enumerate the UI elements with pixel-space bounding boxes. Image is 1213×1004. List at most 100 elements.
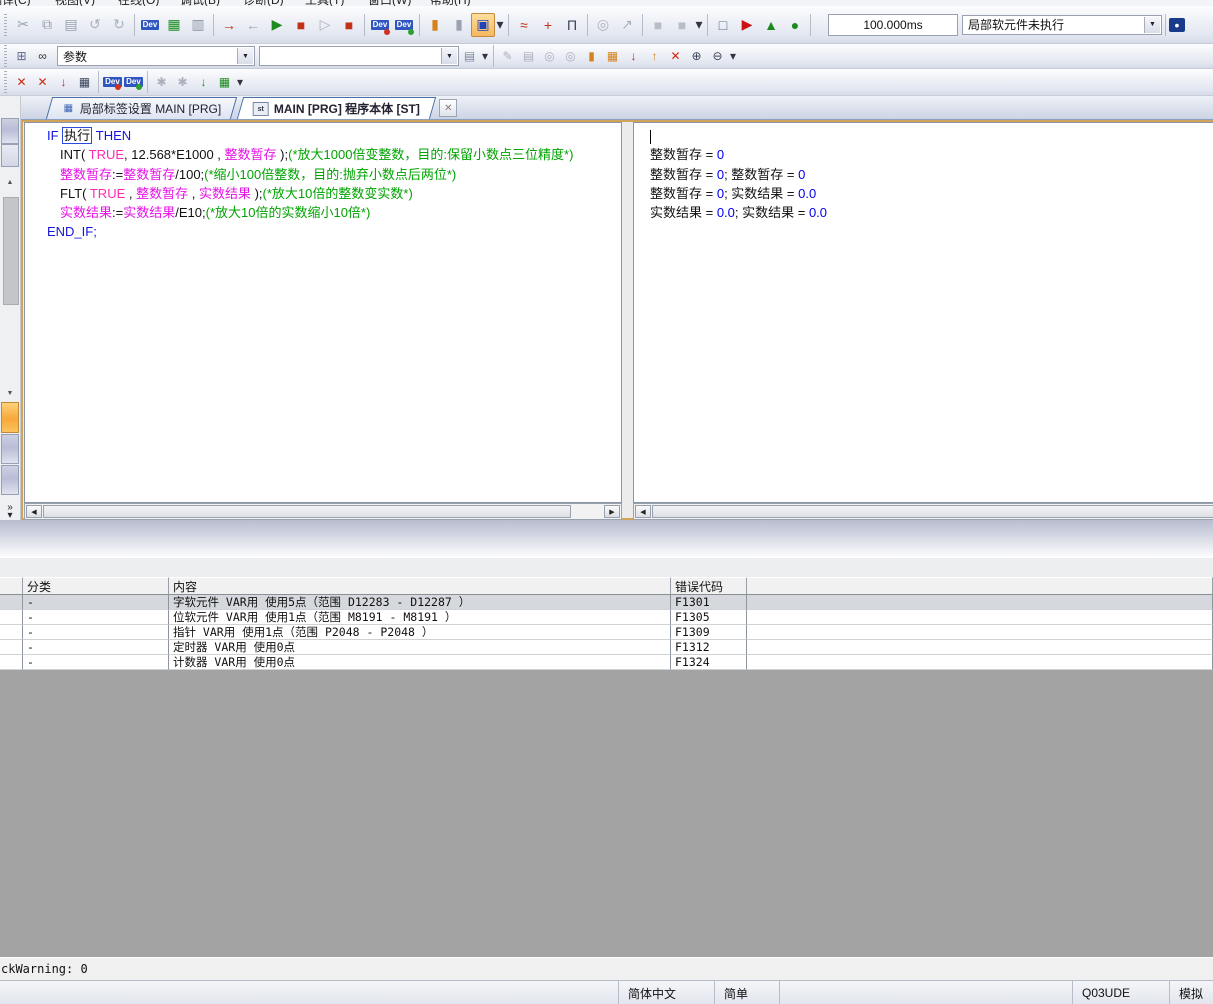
select-range-icon[interactable]: □ [711,13,735,37]
convert-icon[interactable]: ↓ [53,72,74,92]
toolbar-grip[interactable] [4,45,7,67]
security-key-icon[interactable]: • [1169,18,1185,32]
convert-all-icon[interactable]: ▦ [74,72,95,92]
dock-button-2[interactable] [1,144,19,167]
toolbar3-overflow-icon[interactable]: ▾ [235,72,245,92]
monitor-start-icon[interactable]: ▶ [265,13,289,37]
watch-window-icon[interactable]: ▮ [423,13,447,37]
simulation-monitor-icon[interactable]: ▣ [471,13,495,37]
st-code-pane[interactable]: IF 执行 THENINT( TRUE, 12.568*E1000 , 整数暂存… [24,122,622,503]
tab-local-label-setting[interactable]: ▦ 局部标签设置 MAIN [PRG] [46,97,238,119]
toolbar-overflow-icon[interactable]: ▾ [694,13,704,37]
code-line[interactable]: INT( TRUE, 12.568*E1000 , 整数暂存 );(*放大100… [25,145,621,164]
tab-close-icon[interactable]: ✕ [439,99,457,117]
code-line[interactable]: FLT( TRUE , 整数暂存 , 实数结果 );(*放大10倍的整数变实数*… [25,184,621,203]
code-line[interactable]: 实数结果:=实数结果/E10;(*放大10倍的实数缩小10倍*) [25,203,621,222]
sort-up-icon[interactable]: ↑ [644,46,665,66]
redo-icon[interactable]: ↻ [107,13,131,37]
watch-window2-icon[interactable]: ▮ [447,13,471,37]
scan-time-field[interactable]: 100.000ms [828,14,958,36]
device-list-icon[interactable]: ▦ [602,46,623,66]
toolbar2-overflow-icon[interactable]: ▾ [480,46,490,66]
dock-button-active[interactable] [1,402,19,433]
column-header-1[interactable] [0,577,23,595]
run-flag-icon[interactable]: ▶ [735,13,759,37]
code-line[interactable]: IF 执行 THEN [25,126,621,145]
table-row[interactable]: -位软元件 VAR用 使用1点（范围 M8191 - M8191 ）F1305 [0,610,1213,625]
code-line[interactable]: 整数暂存:=整数暂存/100;(*缩小100倍整数，目的:抛弃小数点后两位*) [25,165,621,184]
remote-operation-icon[interactable]: ■ [337,13,361,37]
bookmark-icon[interactable]: ▮ [581,46,602,66]
table-row[interactable]: -计数器 VAR用 使用0点F1324 [0,655,1213,670]
filter-a-icon[interactable]: ■ [646,13,670,37]
device-monitor-write-icon[interactable]: Dev [368,13,392,37]
device-comment-icon[interactable]: Dev [138,13,162,37]
find-device-icon[interactable]: ◎ [539,46,560,66]
table-row[interactable]: -定时器 VAR用 使用0点F1312 [0,640,1213,655]
column-header-4[interactable]: 错误代码 [671,577,747,595]
crossref-icon[interactable]: ⊞ [11,46,32,66]
toolbar-grip[interactable] [4,71,7,93]
zoom-out-icon[interactable]: ⊖ [707,46,728,66]
convert-green-icon[interactable]: ↓ [193,72,214,92]
pane-splitter[interactable] [622,122,633,518]
toolbar2-overflow2-icon[interactable]: ▾ [728,46,738,66]
chevron-down-icon[interactable]: ▼ [237,48,253,64]
scroll-thumb[interactable] [652,505,1213,518]
simulation-dropdown-icon[interactable]: ▾ [495,13,505,37]
undo-icon[interactable]: ↺ [83,13,107,37]
zoom-in-icon[interactable]: ⊕ [686,46,707,66]
scroll-right-icon[interactable]: ▶ [604,505,620,518]
code-line[interactable]: END_IF; [25,222,621,241]
dock-button-1[interactable] [1,118,19,144]
find-contact-icon[interactable]: ◎ [560,46,581,66]
code-horizontal-scrollbar[interactable]: ◀ ▶ [24,503,622,520]
scroll-left-icon[interactable]: ◀ [635,505,651,518]
trace-point-icon[interactable]: + [536,13,560,37]
copy-icon[interactable]: ⧉ [35,13,59,37]
scroll-thumb[interactable] [43,505,571,518]
dev-build-icon[interactable]: Dev [123,72,144,92]
comment-edit-icon[interactable]: ✎ [497,46,518,66]
monitor-horizontal-scrollbar[interactable]: ◀ [633,503,1213,520]
find-preview-icon[interactable]: ▤ [459,46,480,66]
info-flag-icon[interactable]: ● [783,13,807,37]
table-row[interactable]: -指针 VAR用 使用1点（范围 P2048 - P2048 ）F1309 [0,625,1213,640]
trace-curve-icon[interactable]: ≈ [512,13,536,37]
write-to-plc-icon[interactable]: → [217,13,241,37]
table-row[interactable]: -字软元件 VAR用 使用5点（范围 D12283 - D12287 ）F130… [0,595,1213,610]
paste-icon[interactable]: ▤ [59,13,83,37]
vertical-scroll-thumb[interactable] [3,197,19,305]
column-header-2[interactable]: 分类 [23,577,169,595]
cut-icon[interactable]: ✂ [11,13,35,37]
warning-flag-icon[interactable]: ▲ [759,13,783,37]
setting-b-icon[interactable]: ✱ [172,72,193,92]
build-table-icon[interactable]: ▦ [214,72,235,92]
search-keyword-combo[interactable]: ▼ [259,46,459,66]
screen-display-icon[interactable]: ▦ [162,13,186,37]
dev-check-icon[interactable]: Dev [102,72,123,92]
device-memory-icon[interactable]: ▥ [186,13,210,37]
filter-b-icon[interactable]: ■ [670,13,694,37]
search-device-icon[interactable]: ◎ [591,13,615,37]
local-device-execute-combo[interactable]: 局部软元件未执行▼ [962,15,1162,35]
clear-find-icon[interactable]: ✕ [665,46,686,66]
scroll-up-icon[interactable]: ▲ [3,176,17,188]
monitor-stop-icon[interactable]: ■ [289,13,313,37]
device-monitor-read-icon[interactable]: Dev [392,13,416,37]
column-header-5[interactable] [747,577,1213,595]
search-target-combo[interactable]: 参数▼ [57,46,255,66]
toolbar-chevron-icon[interactable]: »▾ [2,504,18,520]
check-program-icon[interactable]: ✕ [11,72,32,92]
check-parameter-icon[interactable]: ✕ [32,72,53,92]
pulse-trace-icon[interactable]: Π [560,13,584,37]
setting-a-icon[interactable]: ✱ [151,72,172,92]
toolbar-grip[interactable] [4,14,7,36]
sort-down-icon[interactable]: ↓ [623,46,644,66]
dock-button-3[interactable] [1,434,19,464]
chevron-down-icon[interactable]: ▼ [1144,17,1160,33]
monitor-pause-icon[interactable]: ▷ [313,13,337,37]
statement-icon[interactable]: ▤ [518,46,539,66]
column-header-3[interactable]: 内容 [169,577,671,595]
dock-button-4[interactable] [1,465,19,495]
